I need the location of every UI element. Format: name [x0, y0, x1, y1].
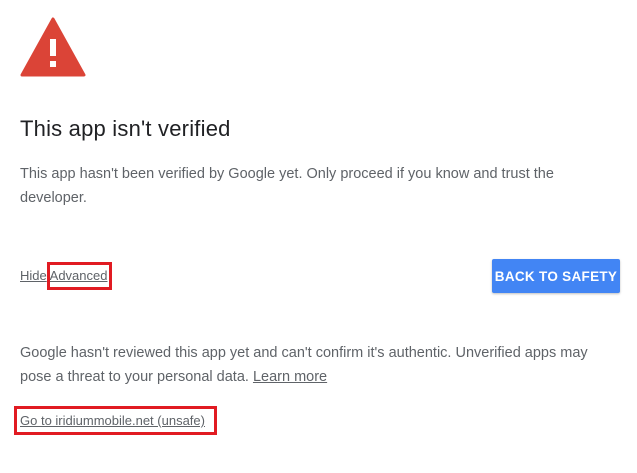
hide-link[interactable]: Hide — [20, 268, 47, 283]
advanced-toggle-row: Hide Advanced — [20, 268, 107, 283]
warning-description: This app hasn't been verified by Google … — [20, 166, 554, 206]
details-text: Google hasn't reviewed this app yet and … — [20, 341, 620, 389]
proceed-unsafe-link[interactable]: Go to iridiummobile.net (unsafe) — [20, 413, 205, 428]
learn-more-link[interactable]: Learn more — [253, 369, 327, 385]
back-to-safety-button[interactable]: BACK TO SAFETY — [492, 259, 620, 293]
advanced-link[interactable]: Advanced — [50, 268, 108, 283]
page-title: This app isn't verified — [20, 116, 231, 141]
warning-triangle-icon — [20, 17, 86, 77]
